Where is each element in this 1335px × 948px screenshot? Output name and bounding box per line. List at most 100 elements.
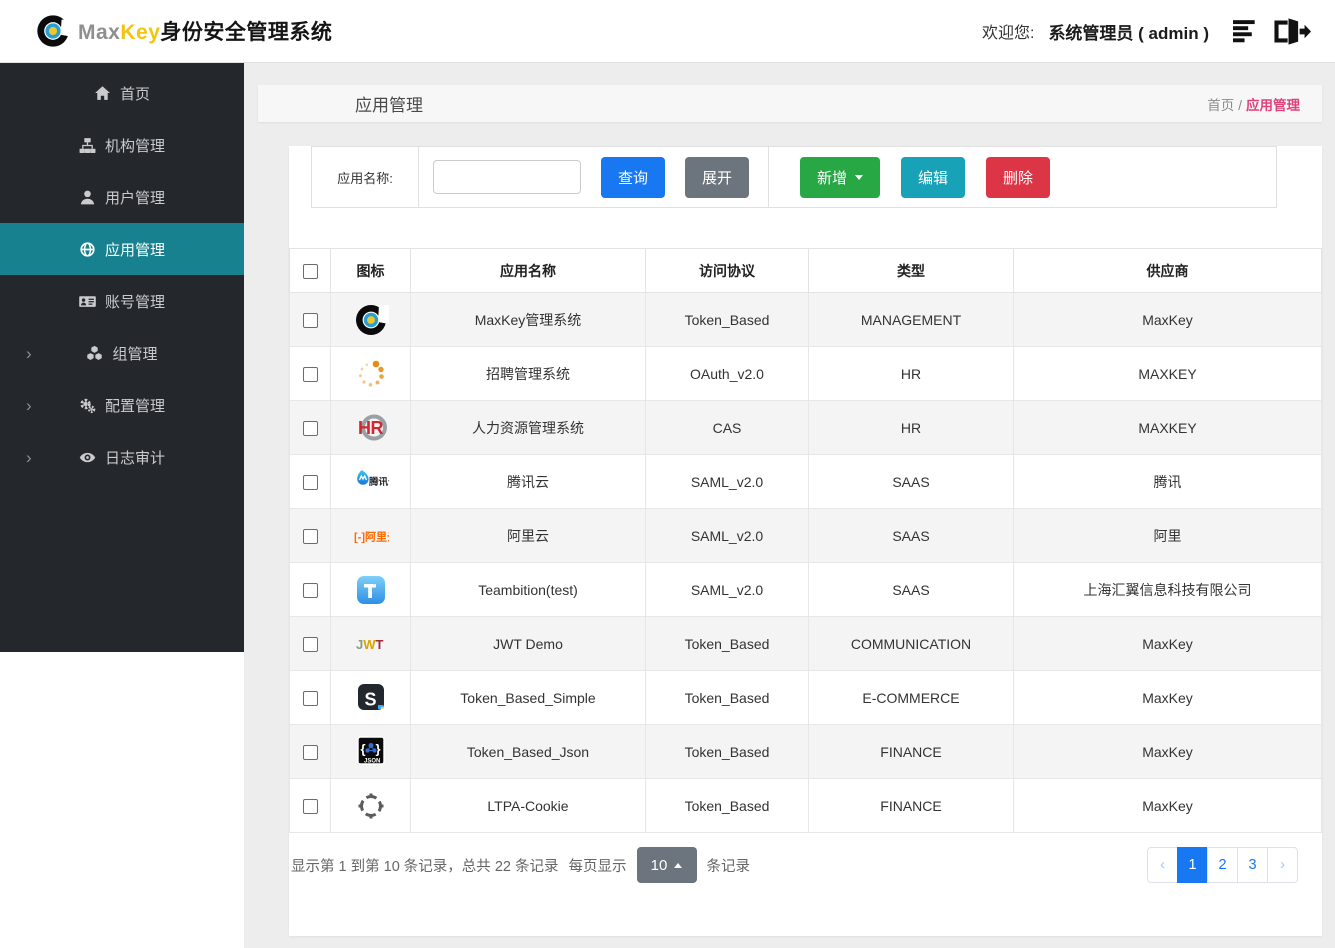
content-card: 应用名称: 查询 展开 新增 编辑 删除 图标应用名称访问协议类型供应商 [289, 146, 1322, 936]
row-checkbox[interactable] [302, 582, 318, 598]
eye-icon [79, 449, 96, 466]
caret-down-icon [855, 174, 864, 180]
row-checkbox[interactable] [302, 474, 318, 490]
sign-out-icon[interactable] [1273, 17, 1311, 45]
pagination-page-2[interactable]: 2 [1207, 847, 1238, 883]
table-row[interactable]: 腾讯云腾讯云SAML_v2.0SAAS腾讯 [289, 454, 1322, 509]
sidebar-item-org[interactable]: 机构管理 [0, 119, 244, 171]
sidebar-item-label: 机构管理 [104, 137, 165, 155]
sidebar-item-config[interactable]: › 配置管理 [0, 379, 244, 431]
globe-icon [79, 241, 96, 258]
app-name-search-input[interactable] [433, 160, 581, 194]
sidebar-item-user[interactable]: 用户管理 [0, 171, 244, 223]
row-checkbox[interactable] [302, 744, 318, 760]
row-select-cell [289, 508, 331, 563]
query-button[interactable]: 查询 [601, 156, 666, 198]
cell-icon: {} JSON [330, 724, 411, 779]
caret-up-icon [674, 862, 683, 868]
select-all-checkbox[interactable] [302, 263, 318, 279]
table-row[interactable]: Teambition(test) SAML_v2.0 SAAS 上海汇翼信息科技有限公… [289, 562, 1322, 617]
cell-app-name: JWT Demo [410, 616, 646, 671]
id-card-icon [79, 293, 96, 310]
row-checkbox[interactable] [302, 636, 318, 652]
cell-app-name: 人力资源管理系统 [410, 400, 646, 455]
cell-category: MANAGEMENT [808, 292, 1014, 347]
table-row[interactable]: H R 人力资源管理系统 CAS HR MAXKEY [289, 400, 1322, 455]
json-icon: {} JSON [353, 734, 389, 770]
edit-button[interactable]: 编辑 [901, 156, 966, 198]
row-checkbox[interactable] [302, 420, 318, 436]
sidebar-item-app[interactable]: 应用管理 [0, 223, 244, 275]
column-header: 类型 [808, 248, 1014, 293]
table-row[interactable]: S Token_Based_Simple Token_Based E-COMMERCE… [289, 670, 1322, 725]
add-button[interactable]: 新增 [800, 156, 881, 198]
pagination-info: 显示第 1 到第 10 条记录，总共 22 条记录 每页显示 10 条记录 [291, 847, 750, 883]
cell-app-name: Teambition(test) [410, 562, 646, 617]
row-checkbox[interactable] [302, 366, 318, 382]
table-row[interactable]: {} JSON Token_Based_Json Token_Based FINANCE… [289, 724, 1322, 779]
sitemap-icon [79, 137, 96, 154]
breadcrumb-home-link[interactable]: 首页 [1207, 98, 1234, 113]
row-checkbox[interactable] [302, 690, 318, 706]
cell-icon: HR [330, 400, 411, 455]
user-icon [79, 189, 96, 206]
chevron-right-icon: › [26, 395, 32, 415]
row-select-cell [289, 454, 331, 509]
pagination-page-3[interactable]: 3 [1237, 847, 1268, 883]
top-header: MaxKey身份安全管理系统 欢迎您: 系统管理员 ( admin ) [0, 0, 1335, 63]
cell-category: COMMUNICATION [808, 616, 1014, 671]
sidebar-item-group[interactable]: › 组管理 [0, 327, 244, 379]
expand-button[interactable]: 展开 [685, 156, 750, 198]
brand-logo[interactable]: MaxKey身份安全管理系统 [34, 12, 332, 50]
cell-app-name: Token_Based_Json [410, 724, 646, 779]
cell-vendor: MaxKey [1013, 670, 1322, 725]
pagination: ‹ 1 2 3 › [1147, 847, 1298, 883]
pagination-prev[interactable]: ‹ [1147, 847, 1178, 883]
table-row[interactable]: 招聘管理系统 OAuth_v2.0 HR MAXKEY [289, 346, 1322, 401]
s-dark-icon: S [353, 680, 389, 716]
cell-category: HR [808, 400, 1014, 455]
sidebar-item-account[interactable]: 账号管理 [0, 275, 244, 327]
brand-title: MaxKey身份安全管理系统 [78, 21, 333, 44]
cell-icon: [-]阿里云 [330, 508, 411, 563]
cell-protocol: Token_Based [645, 670, 809, 725]
cubes-icon [86, 345, 103, 362]
cell-vendor: MaxKey [1013, 616, 1322, 671]
table-row[interactable]: JWT JWT Demo Token_Based COMMUNICATION MaxKe… [289, 616, 1322, 671]
row-checkbox[interactable] [302, 312, 318, 328]
page-size-dropdown[interactable]: 10 [636, 847, 697, 883]
sidebar-item-audit[interactable]: › 日志审计 [0, 431, 244, 483]
page-title: 应用管理 [355, 96, 423, 115]
row-checkbox[interactable] [302, 798, 318, 814]
column-header: 应用名称 [410, 248, 646, 293]
sidebar-item-label: 账号管理 [104, 293, 165, 311]
select-all-cell [289, 248, 331, 293]
cell-protocol: OAuth_v2.0 [645, 346, 809, 401]
delete-button[interactable]: 删除 [986, 156, 1051, 198]
table-row[interactable]: LTPA-Cookie Token_Based FINANCE MaxKey [289, 778, 1322, 833]
svg-text:{: { [360, 741, 365, 756]
cell-app-name: LTPA-Cookie [410, 778, 646, 833]
list-icon[interactable] [1233, 19, 1259, 43]
cell-icon [330, 778, 411, 833]
sidebar-nav: 首页机构管理用户管理 应用管理账号管理 › 组管理 › 配置管理 › 日志审计 [0, 63, 244, 652]
welcome-label: 欢迎您: [981, 25, 1035, 42]
svg-text:腾讯云: 腾讯云 [368, 476, 389, 488]
pagination-next[interactable]: › [1267, 847, 1298, 883]
cell-protocol: Token_Based [645, 778, 809, 833]
row-checkbox[interactable] [302, 528, 318, 544]
table-row[interactable]: [-]阿里云 阿里云SAML_v2.0SAAS阿里 [289, 508, 1322, 563]
row-select-cell [289, 724, 331, 779]
sidebar-item-home[interactable]: 首页 [0, 67, 244, 119]
row-select-cell [289, 616, 331, 671]
maxkey-logo-icon [34, 12, 72, 50]
svg-text:H: H [358, 418, 371, 438]
row-select-cell [289, 400, 331, 455]
cell-app-name: 腾讯云 [410, 454, 646, 509]
table-body: MaxKey管理系统 Token_Based MANAGEMENT MaxKey 招聘管… [289, 292, 1322, 833]
cell-app-name: 招聘管理系统 [410, 346, 646, 401]
pagination-page-1[interactable]: 1 [1177, 847, 1208, 883]
home-icon [94, 85, 111, 102]
cell-icon [330, 346, 411, 401]
table-row[interactable]: MaxKey管理系统 Token_Based MANAGEMENT MaxKey [289, 292, 1322, 347]
